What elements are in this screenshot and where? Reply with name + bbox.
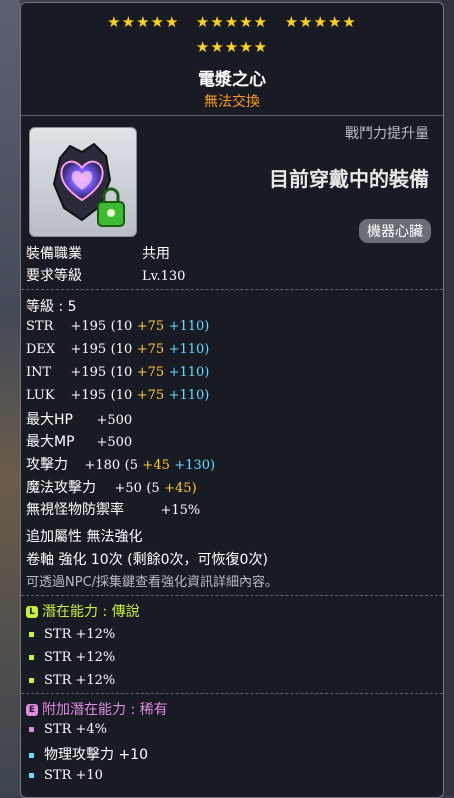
stat-add: +130) [174,458,216,473]
requirement-label: 要求等級 [26,268,82,284]
stat-line-attack: 攻擊力 +180 (5 +45 +130) [26,454,215,474]
bonus-potential-value: STR +10 [44,768,103,783]
bonus-potential-line: STR +4% [29,721,107,737]
legendary-badge-icon: L [26,606,38,618]
stat-star: +75 [136,365,165,380]
bonus-potential-title: 附加潛在能力 : 稀有 [42,702,168,718]
stat-base: +180 [84,458,121,473]
stat-open: (10 [110,342,133,357]
potential-line: STR +12% [29,626,115,642]
stat-name: 最大MP [26,434,75,450]
stat-value: +500 [96,435,133,450]
potential-line: STR +12% [29,672,115,688]
stat-open: (5 [124,458,138,473]
stat-value: +500 [96,413,133,428]
stat-open: (5 [146,481,160,496]
plasma-heart-icon [52,142,125,227]
bonus-potential-value: 物理攻擊力 +10 [44,747,148,763]
item-name: 電漿之心 [198,70,266,90]
stat-name: 攻擊力 [26,457,68,473]
requirement-level: 要求等級 Lv.130 [26,265,185,285]
stat-name: DEX [26,342,56,357]
stat-line-max-mp: 最大MP +500 [26,431,132,451]
star-force-row-2: ★★★★★ [21,38,443,56]
star-force-row-1: ★★★★★ ★★★★★ ★★★★★ [21,13,443,31]
stat-base: +195 [70,342,107,357]
divider [21,595,443,596]
bonus-potential-line: STR +10 [29,767,103,783]
potential-header: L 潛在能力 : 傳說 [26,601,140,621]
game-background-left [0,0,20,796]
stat-name: 最大HP [26,412,73,428]
potential-title: 潛在能力 : 傳說 [42,604,140,620]
stat-line-str: STR +195 (10 +75 +110) [26,318,209,334]
bullet-icon [29,654,34,660]
stat-star: +75 [136,319,165,334]
divider [21,289,443,290]
requirement-value: Lv.130 [142,269,186,284]
bullet-icon [29,631,34,637]
stat-base: +195 [70,319,107,334]
stat-star: +75 [136,342,165,357]
stat-name: 無視怪物防禦率 [26,502,124,518]
star-group: ★★★★★ [195,38,269,56]
bonus-potential-header: E 附加潛在能力 : 稀有 [26,699,168,719]
star-group: ★★★★★ [195,13,269,31]
stat-line-luk: LUK +195 (10 +75 +110) [26,387,209,403]
divider [21,693,443,694]
star-group: ★★★★★ [284,13,357,31]
stat-star: +45 [142,458,170,473]
trade-status: 無法交換 [204,94,260,110]
stat-open: (10 [110,365,133,380]
stat-name: 魔法攻擊力 [26,480,96,496]
stat-add: +110) [168,342,210,357]
star-group: ★★★★★ [107,13,180,31]
stat-line-ignore-def: 無視怪物防禦率 +15% [26,499,200,519]
bonus-potential-value: STR +4% [44,722,108,737]
stat-value: +15% [160,503,201,518]
bullet-icon [29,772,34,778]
stat-base: +195 [70,365,107,380]
equipped-label: 目前穿戴中的裝備 [269,167,429,191]
bullet-icon [29,752,34,758]
stat-name: STR [26,319,54,334]
requirement-label: 裝備職業 [26,246,82,262]
potential-line: STR +12% [29,649,115,665]
bullet-icon [29,726,34,732]
stat-open: (10 [110,388,133,403]
stat-name: INT [26,365,52,380]
requirement-value: 共用 [142,246,170,262]
stat-line-dex: DEX +195 (10 +75 +110) [26,341,209,357]
stat-line-magic-attack: 魔法攻擊力 +50 (5 +45) [26,477,197,497]
stat-line-max-hp: 最大HP +500 [26,409,132,429]
stat-add: +110) [168,319,210,334]
divider [21,115,443,116]
stat-star: +45) [164,481,197,496]
stat-base: +50 [114,481,142,496]
extra-attribute-line: 追加屬性 無法強化 [26,529,143,545]
requirement-job: 裝備職業 共用 [26,243,170,263]
potential-value: STR +12% [44,650,116,665]
item-icon-frame [29,127,137,237]
stat-name: LUK [26,388,55,403]
category-tag: 機器心臟 [359,219,431,243]
stat-star: +75 [136,388,165,403]
potential-value: STR +12% [44,673,116,688]
bonus-potential-line: 物理攻擊力 +10 [29,744,148,764]
stat-add: +110) [168,388,210,403]
power-increase-label: 戰鬥力提升量 [345,126,429,142]
potential-value: STR +12% [44,627,116,642]
stat-base: +195 [70,388,107,403]
epic-badge-icon: E [26,704,38,716]
scroll-enhance-line: 卷軸 強化 10次 (剩餘0次，可恢復0次) [26,552,268,568]
stat-add: +110) [168,365,210,380]
bullet-icon [29,677,34,683]
stat-line-int: INT +195 (10 +75 +110) [26,364,209,380]
enhance-hint: 可透過NPC/採集鍵查看強化資訊詳細內容。 [26,575,279,590]
stat-open: (10 [110,319,133,334]
item-tooltip: ★★★★★ ★★★★★ ★★★★★ ★★★★★ 電漿之心 無法交換 戰鬥力提升量 [20,2,444,798]
item-level: 等級 : 5 [26,299,77,315]
